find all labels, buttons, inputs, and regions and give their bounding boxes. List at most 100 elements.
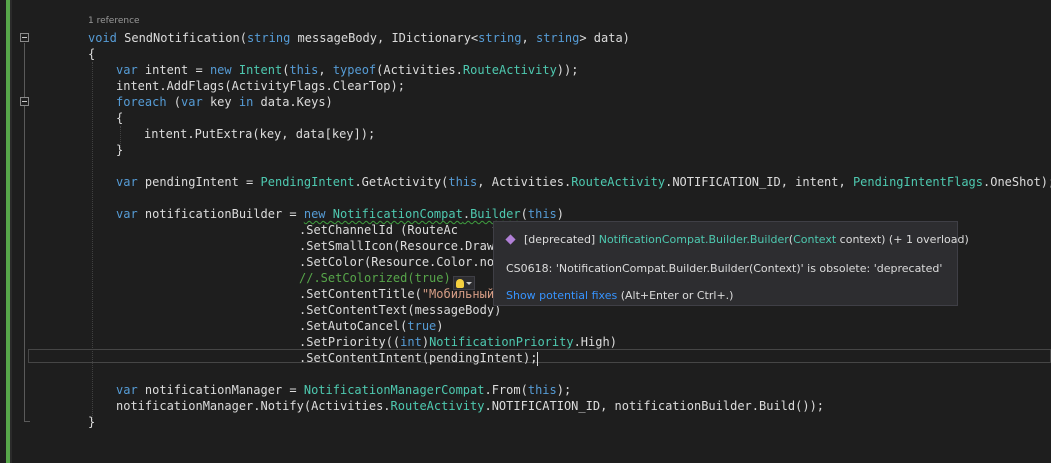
code-text: ); [556,383,572,397]
chevron-down-icon [466,281,472,285]
code-line: .SetContentText(messageBody) [299,303,502,317]
code-text: ) [556,207,565,221]
code-text: SendNotification( [116,31,247,45]
signature-type[interactable]: NotificationCompat.Builder.Builder [599,233,789,246]
keyword: void [88,31,117,45]
tooltip-signature: [deprecated] NotificationCompat.Builder.… [505,233,969,246]
code-text: . [462,207,471,221]
code-text: > data) [579,31,630,45]
keyword: this [448,175,478,189]
keyword: string [246,31,291,45]
code-line: void SendNotification(string messageBody… [88,30,630,46]
lightbulb-icon [456,278,464,288]
type-name: Intent [238,63,283,77]
codelens-references[interactable]: 1 reference [88,16,140,26]
code-text: ) [421,335,430,349]
keyword: foreach [116,95,167,109]
fold-region-end [24,421,30,422]
keyword: this [527,383,557,397]
obsolete-constructor-squiggle[interactable]: new NotificationCompat.Builder [304,207,521,221]
code-text: .SetContentIntent(pendingIntent); [299,351,538,365]
code-text: pendingIntent = [137,175,261,189]
type-name: PendingIntent [260,175,355,189]
keyword: new [303,207,326,221]
code-text: notificationManager.Notify(Activities. [116,399,391,413]
code-line: var notificationBuilder = new Notificati… [116,206,564,222]
quick-actions-lightbulb-button[interactable] [453,276,475,290]
code-text: data.Keys) [253,95,333,109]
keyword: var [116,207,138,221]
keyword: var [116,63,138,77]
code-text: messageBody, IDictionary< [290,31,479,45]
type-name: Builder [470,207,521,221]
fix-shortcut-text: (Alt+Enter or Ctrl+.) [617,289,734,302]
code-line: .SetChannelId (RouteActy [299,222,506,238]
type-name: NotificationPriority [429,335,574,349]
keyword: in [238,95,254,109]
code-line: .SetPriority((int)NotificationPriority.H… [299,334,617,350]
deprecated-tag: [deprecated] [524,233,596,246]
code-line: .SetColor(Resource.Color.not [299,255,502,269]
code-text: (Activities. [376,63,463,77]
code-text: .NOTIFICATION_ID, intent, [665,175,853,189]
keyword: true [407,319,437,333]
code-line: intent.AddFlags(ActivityFlags.ClearTop); [116,79,405,93]
type-name: RouteActivity [462,63,557,77]
keyword: var [116,383,138,397]
collapse-method-icon[interactable] [20,33,29,42]
collapse-foreach-icon[interactable] [20,97,29,106]
type-name: NotificationManagerCompat [303,383,485,397]
quickinfo-tooltip: [deprecated] NotificationCompat.Builder.… [493,221,969,306]
code-line: var pendingIntent = PendingIntent.GetAct… [116,174,1051,190]
code-text: notificationManager = [137,383,304,397]
keyword: string [478,31,522,45]
signature-param-type[interactable]: Context [793,233,836,246]
code-text: , [318,63,333,77]
signature-overloads: (+ 1 overload) [885,233,969,246]
show-potential-fixes-link[interactable]: Show potential fixes [506,289,617,302]
code-text: .From( [484,383,528,397]
code-line: intent.PutExtra(key, data[key]); [144,127,376,141]
type-name: RouteActivity [390,399,485,413]
keyword: typeof [332,63,377,77]
code-text: .SetChannelId (RouteAc [299,223,458,237]
text-cursor [537,351,539,366]
code-text: ( [166,95,182,109]
code-text: .SetContentTitle( [299,287,422,301]
code-line: } [116,143,124,157]
code-line: { [88,47,96,61]
keyword: var [181,95,203,109]
signature-param: context) [836,233,886,246]
indent-guide [92,62,93,420]
keyword: new [209,63,232,77]
code-text: intent = [137,63,210,77]
code-text: , Activities. [477,175,572,189]
current-line-highlight [28,349,1051,363]
method-icon [505,234,516,245]
code-line: { [116,111,124,125]
code-text: notificationBuilder = [137,207,304,221]
keyword: var [116,175,138,189]
code-text: ) [436,319,444,333]
code-text: .High) [573,335,617,349]
keyword: int [400,335,422,349]
folding-margin [12,0,34,463]
code-line: notificationManager.Notify(Activities.Ro… [116,398,824,414]
code-line: .SetContentIntent(pendingIntent); [299,350,539,366]
code-text: .SetAutoCancel( [299,319,408,333]
tooltip-warning: CS0618: 'NotificationCompat.Builder.Buil… [506,262,943,275]
code-line: var notificationManager = NotificationMa… [116,382,571,398]
code-text: .OneShot); [983,175,1051,189]
code-line: var intent = new Intent(this, typeof(Act… [116,62,578,78]
type-name: RouteActivity [571,175,666,189]
code-line: } [88,415,96,429]
keyword: string [535,31,580,45]
code-line: .SetAutoCancel(true) [299,318,444,334]
code-line: foreach (var key in data.Keys) [116,94,333,110]
code-text: .GetActivity( [354,175,449,189]
code-comment: //.SetColorized(true) [299,271,451,285]
code-text: .NOTIFICATION_ID, notificationBuilder.Bu… [484,399,825,413]
code-line: .SetSmallIcon(Resource.Drawa [299,239,502,253]
